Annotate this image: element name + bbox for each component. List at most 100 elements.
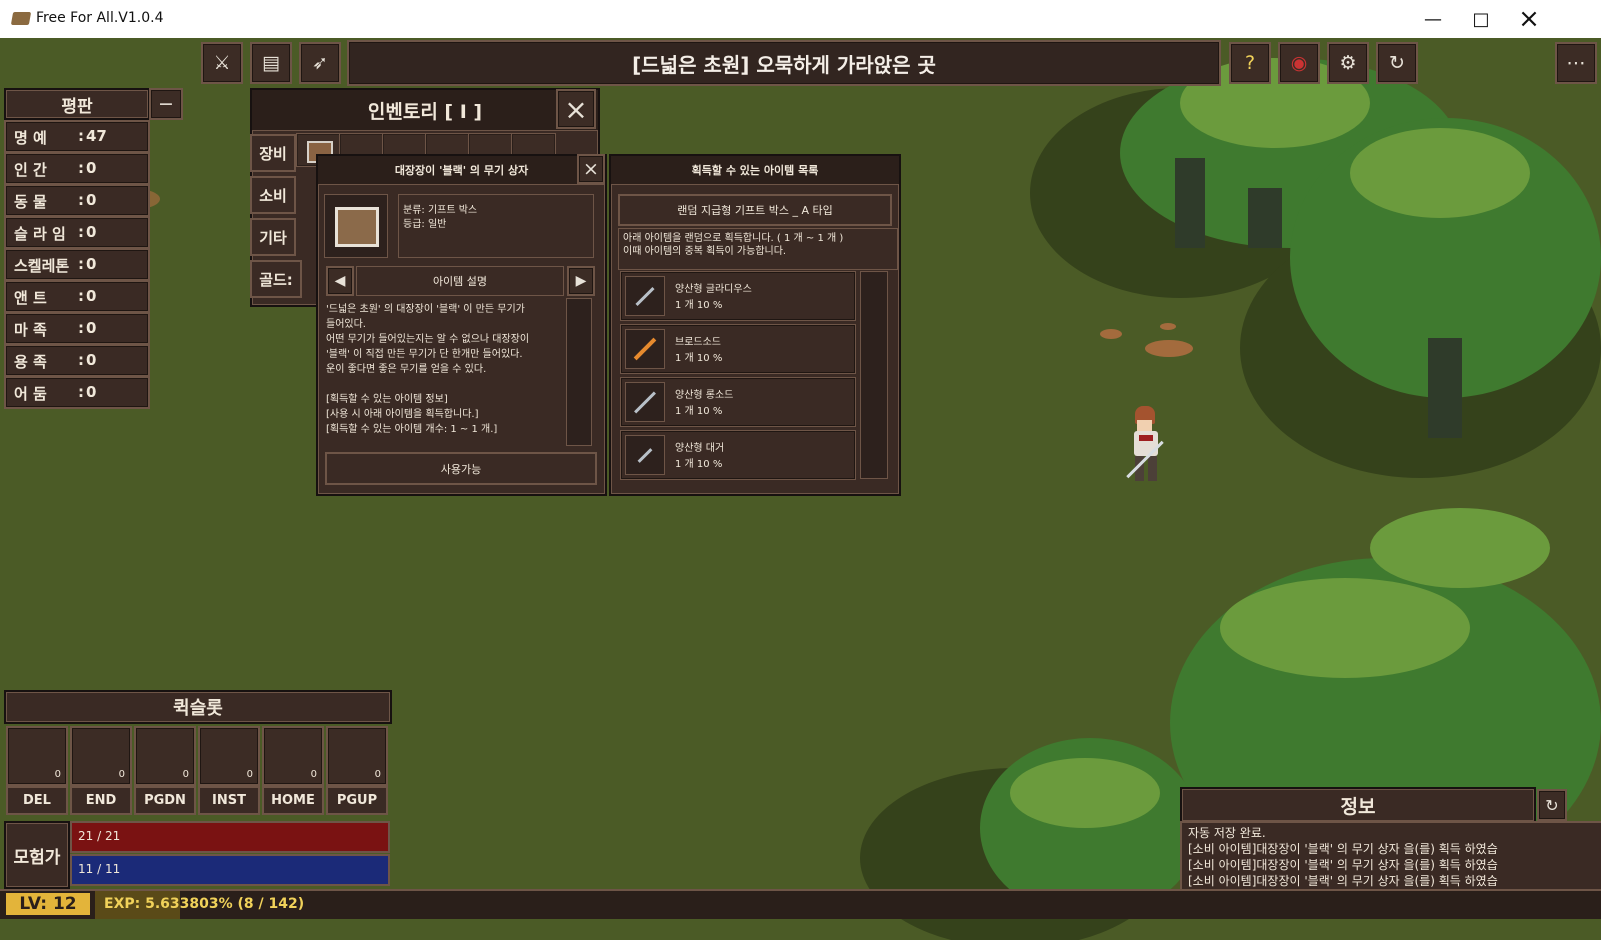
quickslot-key: END — [70, 786, 132, 815]
hp-bar: 21 / 21 — [70, 821, 390, 853]
description-title: 아이템 설명 — [356, 266, 564, 296]
inventory-button[interactable]: ▤ — [250, 42, 292, 84]
quickslot-count: 0 — [182, 769, 189, 780]
exp-text: EXP: 5.633803% (8 / 142) — [104, 896, 305, 912]
next-page-button[interactable]: ▶ — [567, 266, 595, 296]
item-description: '드넓은 초원' 의 대장장이 '블랙' 이 만든 무기가 들어있다. 어떤 무… — [326, 304, 530, 435]
reputation-value: 0 — [86, 319, 97, 337]
refresh-icon: ↻ — [1545, 795, 1559, 815]
app-icon — [10, 12, 32, 25]
item-name: 양산형 롱소드 — [675, 390, 734, 401]
item-name: 양산형 대거 — [675, 443, 725, 454]
reputation-label: 동 물 — [14, 193, 47, 211]
quickslot[interactable]: 0 — [198, 726, 260, 786]
item-detail-close-button[interactable]: × — [577, 154, 605, 184]
reputation-value: 0 — [86, 351, 97, 369]
quickslot-key: DEL — [6, 786, 68, 815]
book-icon: ◉ — [1290, 52, 1308, 74]
reputation-value: 0 — [86, 191, 97, 209]
quickslot-key: PGDN — [134, 786, 196, 815]
minimize-button[interactable]: — — [1409, 0, 1457, 38]
hp-text: 21 / 21 — [78, 829, 121, 843]
reputation-row: 슬 라 임 : 0 — [4, 216, 150, 249]
reputation-label: 마 족 — [14, 321, 47, 339]
tab-consumable[interactable]: 소비 — [250, 176, 296, 214]
tree-highlight — [1220, 578, 1470, 678]
close-button[interactable]: × — [1505, 0, 1553, 38]
mud-patch — [1145, 340, 1193, 357]
reputation-label: 스켈레톤 — [14, 257, 70, 275]
refresh-icon: ↻ — [1389, 52, 1405, 74]
window-title: Free For All.V1.0.4 — [36, 10, 164, 26]
obtainable-item-row[interactable]: 양산형 롱소드 1 개 10 % — [620, 377, 856, 427]
item-detail-title: 대장장이 '블랙' 의 무기 상자 — [318, 156, 605, 185]
quickslot-count: 0 — [54, 769, 61, 780]
item-name: 브로드소드 — [675, 337, 721, 348]
map-title: [드넓은 초원] 오묵하게 가라앉은 곳 — [347, 40, 1221, 86]
reputation-value: 0 — [86, 287, 97, 305]
tree-trunk — [1175, 158, 1205, 248]
book-button[interactable]: ◉ — [1278, 42, 1320, 84]
weapon-icon: ⚔ — [213, 52, 231, 74]
prev-page-button[interactable]: ◀ — [326, 266, 354, 296]
quest-button[interactable]: ? — [1229, 42, 1271, 84]
log-line: [소비 아이템]대장장이 '블랙' 의 무기 상자 을(를) 획득 하였습 — [1188, 858, 1498, 872]
item-qty: 1 개 10 % — [675, 300, 723, 311]
obtainable-item-row[interactable]: 양산형 글라디우스 1 개 10 % — [620, 271, 856, 321]
equipment-button[interactable]: ⚔ — [201, 42, 243, 84]
quickslot-title: 퀵슬롯 — [4, 690, 392, 724]
reputation-collapse-button[interactable]: − — [149, 88, 183, 120]
chest-icon: ▤ — [262, 52, 280, 74]
reputation-row: 용 족 : 0 — [4, 344, 150, 377]
minus-icon: − — [158, 93, 174, 115]
tree-highlight — [1370, 508, 1550, 588]
reputation-label: 앤 트 — [14, 289, 47, 307]
obtainable-scrollbar[interactable] — [860, 271, 888, 479]
quickslot-count: 0 — [310, 769, 317, 780]
skill-button[interactable]: ➶ — [299, 42, 341, 84]
item-qty: 1 개 10 % — [675, 353, 723, 364]
level-label: LV: 12 — [6, 893, 90, 915]
obtainable-item-row[interactable]: 브로드소드 1 개 10 % — [620, 324, 856, 374]
reputation-value: 47 — [86, 127, 107, 145]
reputation-label: 명 예 — [14, 129, 47, 147]
tab-etc[interactable]: 기타 — [250, 218, 296, 256]
quickslot[interactable]: 0 — [262, 726, 324, 786]
use-item-button[interactable]: 사용가능 — [325, 452, 597, 485]
settings-button[interactable]: ⚙ — [1327, 42, 1369, 84]
quiver-icon: ➶ — [312, 52, 328, 74]
gear-icon: ⚙ — [1339, 52, 1357, 74]
log-line: [소비 아이템]대장장이 '블랙' 의 무기 상자 을(를) 획득 하였습 — [1188, 874, 1498, 888]
quickslot[interactable]: 0 — [326, 726, 388, 786]
tab-equipment[interactable]: 장비 — [250, 134, 296, 172]
description-scrollbar[interactable] — [566, 298, 592, 446]
refresh-button[interactable]: ↻ — [1376, 42, 1418, 84]
obtainable-note: 아래 아이템을 랜덤으로 획득합니다. ( 1 개 ~ 1 개 ) 이때 아이템… — [618, 228, 898, 270]
obtainable-title: 획득할 수 있는 아이템 목록 — [611, 156, 899, 185]
quickslot-key: HOME — [262, 786, 324, 815]
gladius-icon — [625, 276, 665, 316]
tree-trunk — [1248, 188, 1282, 248]
obtainable-item-row[interactable]: 양산형 대거 1 개 10 % — [620, 430, 856, 480]
box-name: 랜덤 지급형 기프트 박스 _ A 타입 — [618, 194, 892, 226]
reputation-label: 용 족 — [14, 353, 47, 371]
close-icon: × — [564, 92, 588, 126]
more-menu-button[interactable]: ⋯ — [1555, 42, 1597, 84]
reputation-value: 0 — [86, 255, 97, 273]
more-icon: ⋯ — [1566, 52, 1586, 74]
player-character[interactable] — [1124, 406, 1170, 488]
quickslot[interactable]: 0 — [134, 726, 196, 786]
mp-text: 11 / 11 — [78, 862, 121, 876]
quickslot[interactable]: 0 — [70, 726, 132, 786]
inventory-close-button[interactable]: × — [556, 89, 596, 129]
broadsword-icon — [625, 329, 665, 369]
reputation-row: 인 간 : 0 — [4, 152, 150, 185]
quickslot[interactable]: 0 — [6, 726, 68, 786]
reputation-label: 어 둠 — [14, 385, 47, 403]
item-grade: 등급: 일반 — [403, 219, 447, 230]
info-refresh-button[interactable]: ↻ — [1537, 789, 1567, 821]
maximize-button[interactable]: □ — [1457, 0, 1505, 38]
gold-label: 골드: — [250, 260, 302, 298]
dagger-icon — [625, 435, 665, 475]
reputation-value: 0 — [86, 383, 97, 401]
